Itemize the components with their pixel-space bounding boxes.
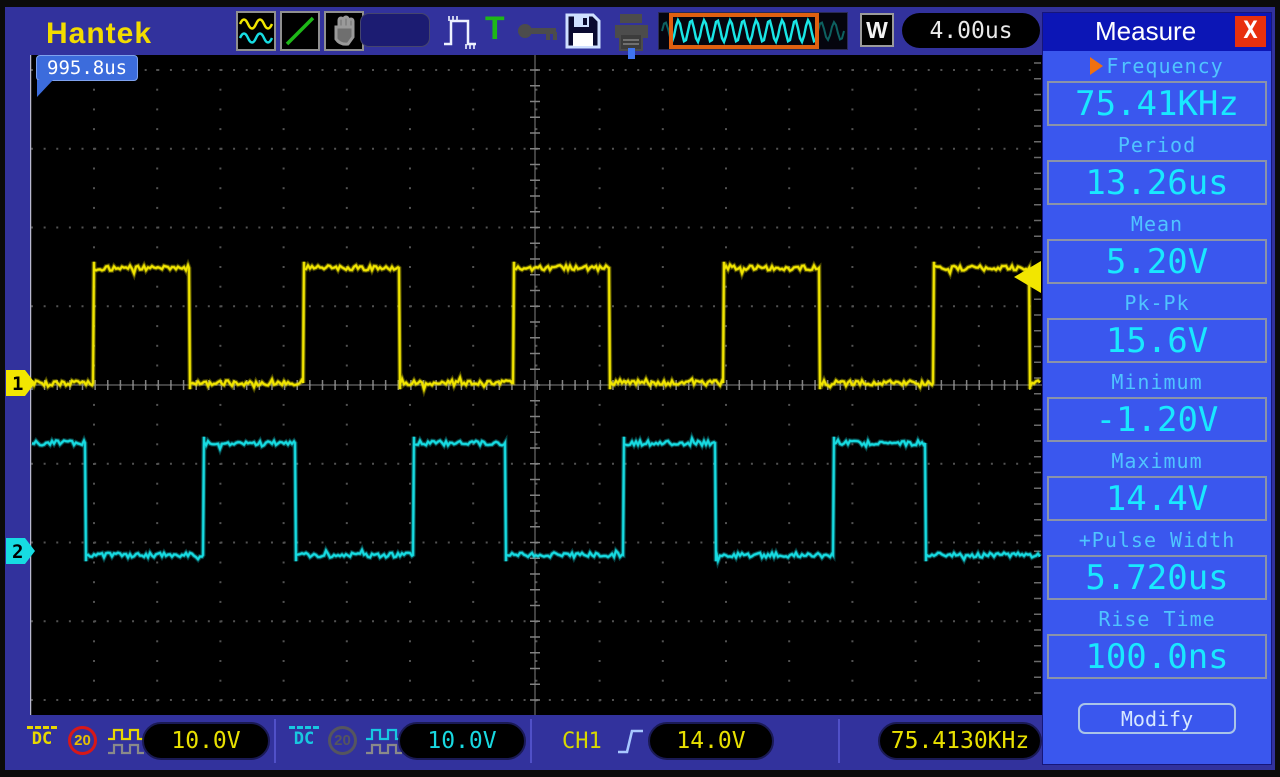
- measure-panel-header[interactable]: Measure X: [1043, 13, 1271, 51]
- modify-button[interactable]: Modify: [1078, 703, 1236, 734]
- brand-logo: Hantek: [46, 17, 153, 50]
- save-icon: [565, 13, 601, 49]
- measurement-label-risetime[interactable]: Rise Time: [1043, 605, 1271, 633]
- ch2-bandwidth-icon[interactable]: 20: [328, 726, 357, 755]
- ch2-scale-readout[interactable]: 10.0V: [398, 722, 526, 760]
- timebase-readout[interactable]: 4.00us: [902, 13, 1040, 48]
- top-toolbar: Hantek T W 4.00us: [8, 8, 1042, 55]
- ch1-wave-type-icon[interactable]: [106, 727, 146, 762]
- close-icon[interactable]: X: [1235, 16, 1266, 47]
- cursor-line-button[interactable]: [280, 11, 320, 51]
- cursor-line-icon: [285, 16, 315, 46]
- key-icon[interactable]: [516, 18, 562, 49]
- measurement-value-mean: 5.20V: [1047, 239, 1267, 284]
- frequency-counter-readout[interactable]: 75.4130KHz: [878, 722, 1042, 760]
- ch1-coupling-icon[interactable]: DC: [22, 722, 62, 748]
- status-divider: [838, 719, 840, 763]
- hand-icon: [334, 15, 355, 46]
- measurement-label-pkpk[interactable]: Pk-Pk: [1043, 289, 1271, 317]
- window-mode-button[interactable]: W: [860, 13, 894, 47]
- ch1-bandwidth-icon[interactable]: 20: [68, 726, 97, 755]
- channel-waveforms-icon: [238, 18, 274, 44]
- measurement-label-frequency[interactable]: Frequency: [1043, 52, 1271, 80]
- save-button[interactable]: [562, 10, 604, 57]
- trigger-position-marker[interactable]: [628, 48, 635, 59]
- status-divider: [530, 719, 532, 763]
- channel-waveforms-button[interactable]: [236, 11, 276, 51]
- trigger-source-label[interactable]: CH1: [562, 729, 602, 754]
- trigger-t-icon[interactable]: T: [485, 10, 505, 47]
- measurement-value-pkpk: 15.6V: [1047, 318, 1267, 363]
- measurement-label-mean[interactable]: Mean: [1043, 210, 1271, 238]
- trigger-edge-icon[interactable]: [616, 725, 646, 762]
- measurement-label-minimum[interactable]: Minimum: [1043, 368, 1271, 396]
- ch2-ground-marker[interactable]: 2: [6, 538, 36, 564]
- measurement-label-pulsewidth[interactable]: +Pulse Width: [1043, 526, 1271, 554]
- ch2-coupling-icon[interactable]: DC: [284, 722, 324, 748]
- measurement-label-period[interactable]: Period: [1043, 131, 1271, 159]
- pulse-icon[interactable]: [441, 12, 487, 55]
- measurement-value-risetime: 100.0ns: [1047, 634, 1267, 679]
- status-bar: DC 20 10.0V DC 20 10.0V CH1 14.0V 75.413…: [8, 715, 1042, 768]
- selected-arrow-icon: [1090, 57, 1104, 75]
- svg-text:2: 2: [12, 541, 23, 563]
- status-divider: [274, 719, 276, 763]
- ch1-scale-readout[interactable]: 10.0V: [142, 722, 270, 760]
- svg-text:1: 1: [12, 373, 23, 395]
- trigger-level-readout[interactable]: 14.0V: [648, 722, 774, 760]
- empty-display-field: [360, 13, 430, 47]
- record-preview-strip[interactable]: [658, 12, 848, 50]
- delay-tag-pointer: [37, 80, 53, 97]
- hand-drag-button[interactable]: [324, 11, 364, 51]
- measure-panel-title: Measure: [1095, 16, 1197, 46]
- measure-panel: Measure X Frequency 75.41KHz Period 13.2…: [1042, 12, 1272, 765]
- measurement-value-period: 13.26us: [1047, 160, 1267, 205]
- waveform-display[interactable]: [29, 55, 1043, 715]
- delay-readout-tag[interactable]: 995.8us: [36, 55, 139, 81]
- ch1-ground-marker[interactable]: 1: [6, 370, 36, 396]
- measurement-value-frequency: 75.41KHz: [1047, 81, 1267, 126]
- oscilloscope-screen: Hantek T W 4.00us 995.8us 1 2 Measure X …: [0, 0, 1280, 777]
- measurement-label-maximum[interactable]: Maximum: [1043, 447, 1271, 475]
- measurement-value-maximum: 14.4V: [1047, 476, 1267, 521]
- measurement-value-minimum: -1.20V: [1047, 397, 1267, 442]
- measurement-value-pulsewidth: 5.720us: [1047, 555, 1267, 600]
